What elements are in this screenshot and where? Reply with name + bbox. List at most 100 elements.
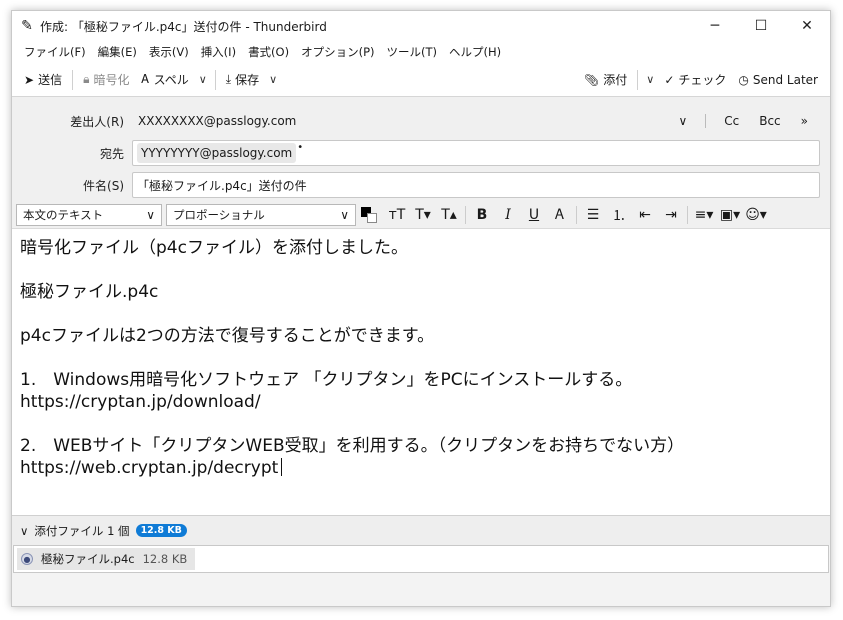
body-line (20, 259, 822, 281)
spell-dropdown-chevron-icon[interactable]: ∨ (195, 73, 211, 86)
subject-field[interactable]: 「極秘ファイル.p4c」送付の件 (132, 172, 820, 198)
message-header: 差出人(R) XXXXXXXX@passlogy.com ∨ Cc Bcc » … (12, 97, 830, 201)
subject-label: 件名(S) (83, 178, 124, 193)
insert-image-icon[interactable]: ▣▾ (717, 204, 743, 226)
from-row: 差出人(R) XXXXXXXX@passlogy.com ∨ Cc Bcc » (12, 105, 830, 137)
attachment-item[interactable]: ● 極秘ファイル.p4c 12.8 KB (17, 548, 196, 570)
chevron-down-icon: ∨ (340, 207, 349, 222)
text-color-picker[interactable] (360, 205, 380, 225)
numbered-list-icon[interactable]: ⒈ (606, 204, 632, 226)
from-select[interactable]: XXXXXXXX@passlogy.com (132, 114, 670, 128)
download-icon: ⤓ (225, 72, 232, 86)
send-later-button[interactable]: ◷ Send Later (732, 70, 824, 90)
menu-tools[interactable]: ツール(T) (381, 44, 444, 60)
attach-button[interactable]: 📎︎ 添付 (578, 68, 633, 91)
cc-button[interactable]: Cc (716, 112, 747, 130)
check-label: チェック (678, 73, 727, 87)
spellcheck-icon: Ꭺ (141, 72, 150, 86)
to-field[interactable]: YYYYYYYY@passlogy.com • (132, 140, 820, 166)
underline-icon[interactable]: U (521, 204, 547, 226)
message-body-editor[interactable]: 暗号化ファイル（p4cファイル）を添付しました。 極秘ファイル.p4c p4cフ… (12, 229, 830, 515)
title-bar: ✎ 作成: 「極秘ファイル.p4c」送付の件 - Thunderbird ─ ☐… (12, 11, 830, 41)
clear-format-icon[interactable]: Ꭺ (547, 204, 573, 226)
paperclip-icon: 📎︎ (584, 72, 600, 87)
menu-help[interactable]: ヘルプ(H) (443, 44, 507, 60)
minimize-button[interactable]: ─ (692, 11, 738, 41)
menu-options[interactable]: オプション(P) (295, 44, 380, 60)
chevron-down-icon: ∨ (146, 207, 155, 222)
body-line: 2. WEBサイト「クリプタンWEB受取」を利用する。（クリプタンをお持ちでない… (20, 436, 685, 456)
encrypt-button[interactable]: 🔒︎ 暗号化 (77, 68, 135, 91)
toolbar-divider (637, 69, 639, 90)
attachment-count-label: 添付ファイル 1 個 (34, 523, 130, 538)
recipient-status-dot-icon: • (297, 141, 304, 153)
toolbar-divider (214, 69, 216, 90)
check-button[interactable]: ✓ チェック (658, 68, 732, 91)
attachment-list: ● 極秘ファイル.p4c 12.8 KB (13, 545, 829, 573)
pen-icon: ✎ (21, 18, 33, 34)
divider (705, 114, 707, 128)
send-icon: ➤ (24, 72, 35, 87)
to-row: 宛先 YYYYYYYY@passlogy.com • (12, 137, 830, 169)
font-size-smaller-icon[interactable]: ᴛT (384, 204, 410, 226)
attachment-name: 極秘ファイル.p4c (41, 552, 135, 566)
body-line-last: https://web.cryptan.jp/decrypt (20, 457, 822, 479)
format-toolbar: 本文のテキスト ∨ プロポーショナル ∨ ᴛT T▾ T▴ B I U Ꭺ ☰ … (12, 201, 830, 229)
save-button[interactable]: ⤓ 保存 (220, 68, 265, 91)
attachment-size-badge: 12.8 KB (135, 524, 187, 537)
encrypt-label: 暗号化 (93, 73, 130, 87)
body-line: https://web.cryptan.jp/decrypt (20, 458, 279, 478)
menu-insert[interactable]: 挿入(I) (195, 44, 242, 60)
menu-file[interactable]: ファイル(F) (18, 44, 92, 60)
font-size-decrease-icon[interactable]: T▾ (410, 204, 436, 226)
body-line (20, 303, 822, 325)
lock-icon: 🔒︎ (83, 72, 90, 86)
compose-toolbar: ➤ 送信 🔒︎ 暗号化 Ꭺ スペル ∨ ⤓ 保存 ∨ 📎︎ 添付 ∨ ✓ チェッ… (12, 63, 830, 97)
attachment-size: 12.8 KB (142, 552, 188, 566)
body-line: p4cファイルは2つの方法で復号することができます。 (20, 326, 435, 346)
save-dropdown-chevron-icon[interactable]: ∨ (265, 73, 281, 86)
toolbar-divider (72, 69, 74, 90)
send-label: 送信 (38, 73, 63, 87)
indent-icon[interactable]: ⇥ (658, 204, 684, 226)
align-icon[interactable]: ≡▾ (691, 204, 717, 226)
subject-row: 件名(S) 「極秘ファイル.p4c」送付の件 (12, 169, 830, 201)
smiley-icon[interactable]: ☺▾ (743, 204, 769, 226)
outdent-icon[interactable]: ⇤ (632, 204, 658, 226)
font-select[interactable]: プロポーショナル ∨ (166, 203, 356, 226)
attach-dropdown-chevron-icon[interactable]: ∨ (642, 73, 658, 86)
text-caret (281, 458, 283, 476)
menu-edit[interactable]: 編集(E) (92, 44, 143, 60)
bold-icon[interactable]: B (469, 204, 495, 226)
menu-format[interactable]: 書式(O) (242, 44, 295, 60)
send-button[interactable]: ➤ 送信 (18, 68, 68, 91)
maximize-button[interactable]: ☐ (738, 11, 784, 41)
bullet-list-icon[interactable]: ☰ (580, 204, 606, 226)
menu-view[interactable]: 表示(V) (143, 44, 195, 60)
paragraph-format-select[interactable]: 本文のテキスト ∨ (16, 203, 162, 226)
from-dropdown-chevron-icon[interactable]: ∨ (670, 112, 695, 130)
italic-icon[interactable]: I (495, 204, 521, 226)
body-line (20, 413, 822, 435)
paragraph-format-value: 本文のテキスト (23, 207, 104, 222)
attachment-bucket-header[interactable]: ∨ 添付ファイル 1 個 12.8 KB (12, 515, 830, 545)
spell-label: スペル (153, 73, 189, 87)
from-label: 差出人(R) (70, 114, 124, 129)
subject-value: 「極秘ファイル.p4c」送付の件 (137, 178, 307, 193)
menu-bar: ファイル(F) 編集(E) 表示(V) 挿入(I) 書式(O) オプション(P)… (12, 41, 830, 63)
close-button[interactable]: ✕ (784, 11, 830, 41)
recipient-pill[interactable]: YYYYYYYY@passlogy.com (137, 143, 297, 163)
more-recipients-button[interactable]: » (793, 112, 816, 130)
chevron-down-icon[interactable]: ∨ (20, 524, 28, 538)
font-size-increase-icon[interactable]: T▴ (436, 204, 462, 226)
save-label: 保存 (235, 73, 260, 87)
font-value: プロポーショナル (173, 207, 265, 222)
body-line: 1. Windows用暗号化ソフトウェア 「クリプタン」をPCにインストールする… (20, 370, 633, 390)
bcc-button[interactable]: Bcc (751, 112, 788, 130)
compose-window: ✎ 作成: 「極秘ファイル.p4c」送付の件 - Thunderbird ─ ☐… (11, 10, 831, 607)
body-line (20, 347, 822, 369)
to-label: 宛先 (99, 146, 124, 161)
spell-button[interactable]: Ꭺ スペル (135, 68, 194, 91)
body-line: 暗号化ファイル（p4cファイル）を添付しました。 (20, 238, 408, 258)
check-icon: ✓ (664, 72, 675, 87)
